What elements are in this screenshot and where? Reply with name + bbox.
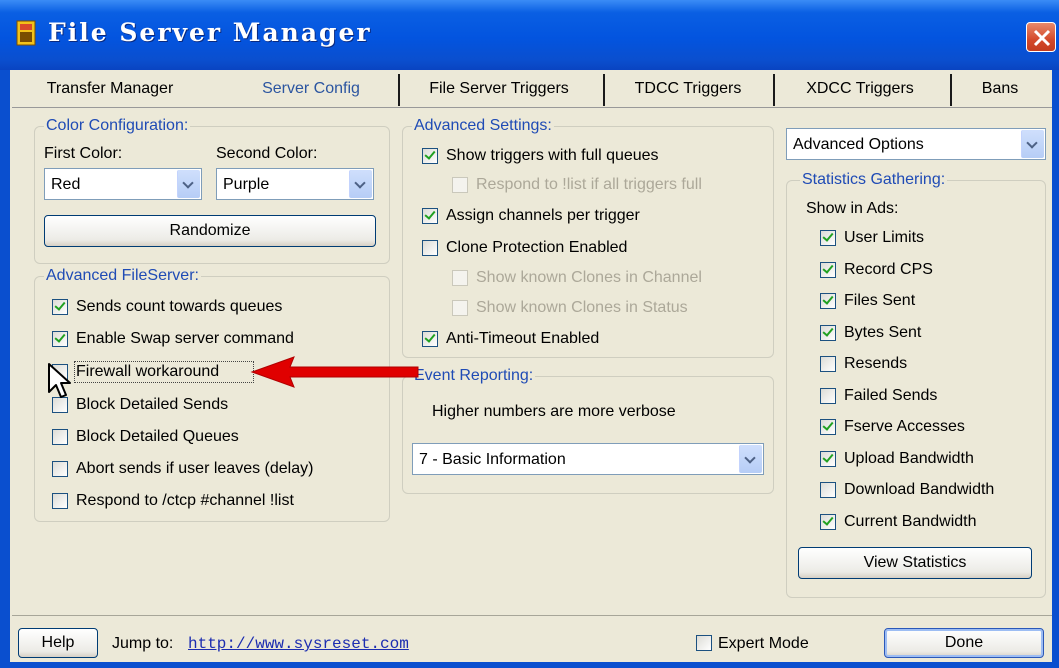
advanced-setting-label-5: Show known Clones in Status	[476, 299, 688, 316]
stat-option-checkbox-7[interactable]	[820, 451, 836, 467]
stat-option-checkbox-1[interactable]	[820, 262, 836, 278]
stat-option-checkbox-5[interactable]	[820, 388, 836, 404]
fileserver-option-checkbox-1[interactable]	[52, 331, 68, 347]
tab-transfer-manager[interactable]: Transfer Manager	[20, 70, 200, 108]
advanced-setting-label-0[interactable]: Show triggers with full queues	[446, 147, 659, 165]
fileserver-option-label-4[interactable]: Block Detailed Queues	[76, 428, 239, 446]
advanced-setting-label-2[interactable]: Assign channels per trigger	[446, 207, 640, 225]
stat-option-checkbox-3[interactable]	[820, 325, 836, 341]
color-configuration-title: Color Configuration:	[44, 117, 191, 135]
stat-option-checkbox-6[interactable]	[820, 419, 836, 435]
title-bar[interactable]: File Server Manager	[0, 0, 1059, 70]
first-color-value: Red	[51, 176, 81, 193]
show-in-ads-label: Show in Ads:	[806, 200, 899, 217]
window-frame-right	[1052, 70, 1059, 668]
fileserver-option-label-5[interactable]: Abort sends if user leaves (delay)	[76, 460, 313, 478]
randomize-button[interactable]: Randomize	[44, 215, 376, 247]
chevron-down-icon[interactable]	[739, 445, 762, 473]
stat-option-label-3[interactable]: Bytes Sent	[844, 324, 921, 342]
file-server-manager-window: File Server Manager Transfer Manager Ser…	[0, 0, 1059, 668]
window-frame-left	[0, 70, 10, 668]
fileserver-option-label-6[interactable]: Respond to /ctcp #channel !list	[76, 492, 294, 510]
fileserver-option-checkbox-5[interactable]	[52, 461, 68, 477]
tab-divider	[950, 74, 952, 106]
app-icon	[16, 20, 36, 46]
fileserver-option-checkbox-4[interactable]	[52, 429, 68, 445]
close-button[interactable]	[1026, 22, 1056, 52]
website-link[interactable]: http://www.sysreset.com	[188, 635, 409, 653]
tab-xdcc-triggers[interactable]: XDCC Triggers	[778, 70, 942, 108]
tab-divider	[603, 74, 605, 106]
fileserver-option-label-3[interactable]: Block Detailed Sends	[76, 396, 228, 414]
second-color-label: Second Color:	[216, 145, 318, 162]
event-reporting-title: Event Reporting:	[412, 367, 536, 385]
advanced-setting-checkbox-1	[452, 177, 468, 193]
stat-option-label-9[interactable]: Current Bandwidth	[844, 513, 977, 531]
stat-option-checkbox-0[interactable]	[820, 230, 836, 246]
second-color-value: Purple	[223, 176, 270, 193]
tab-bans[interactable]: Bans	[955, 70, 1045, 108]
stat-option-label-6[interactable]: Fserve Accesses	[844, 418, 965, 436]
view-statistics-button[interactable]: View Statistics	[798, 547, 1032, 579]
stat-option-checkbox-4[interactable]	[820, 356, 836, 372]
advanced-fileserver-title: Advanced FileServer:	[44, 267, 201, 285]
fileserver-option-checkbox-0[interactable]	[52, 299, 68, 315]
red-arrow-annotation	[250, 356, 419, 388]
tab-underline	[12, 107, 1052, 108]
jump-to-label: Jump to:	[112, 635, 174, 652]
tab-divider	[398, 74, 400, 106]
help-button[interactable]: Help	[18, 628, 98, 658]
stat-option-label-7[interactable]: Upload Bandwidth	[844, 450, 974, 468]
advanced-setting-checkbox-0[interactable]	[422, 148, 438, 164]
stat-option-label-4[interactable]: Resends	[844, 355, 907, 373]
tab-file-server-triggers[interactable]: File Server Triggers	[402, 70, 596, 108]
advanced-setting-checkbox-2[interactable]	[422, 208, 438, 224]
options-select-value: Advanced Options	[793, 136, 924, 153]
advanced-setting-checkbox-5	[452, 300, 468, 316]
stat-option-checkbox-2[interactable]	[820, 293, 836, 309]
chevron-down-icon[interactable]	[177, 170, 200, 198]
stat-option-label-0[interactable]: User Limits	[844, 229, 924, 247]
fileserver-option-label-1[interactable]: Enable Swap server command	[76, 330, 294, 348]
advanced-settings-title: Advanced Settings:	[412, 117, 554, 135]
window-frame-bottom	[0, 662, 1059, 668]
first-color-select[interactable]: Red	[44, 168, 202, 200]
close-icon	[1033, 29, 1051, 47]
chevron-down-icon[interactable]	[1021, 130, 1044, 158]
advanced-setting-label-3[interactable]: Clone Protection Enabled	[446, 239, 627, 257]
advanced-setting-checkbox-4	[452, 270, 468, 286]
first-color-label: First Color:	[44, 145, 123, 162]
window-title: File Server Manager	[48, 18, 372, 47]
expert-mode-checkbox[interactable]	[696, 635, 712, 651]
statistics-gathering-title: Statistics Gathering:	[800, 171, 948, 189]
stat-option-label-2[interactable]: Files Sent	[844, 292, 915, 310]
second-color-select[interactable]: Purple	[216, 168, 374, 200]
event-level-value: 7 - Basic Information	[419, 451, 566, 468]
stat-option-label-8[interactable]: Download Bandwidth	[844, 481, 994, 499]
advanced-setting-label-6[interactable]: Anti-Timeout Enabled	[446, 330, 599, 348]
advanced-setting-label-1: Respond to !list if all triggers full	[476, 176, 702, 193]
footer-separator	[12, 615, 1052, 616]
advanced-setting-checkbox-3[interactable]	[422, 240, 438, 256]
fileserver-option-checkbox-6[interactable]	[52, 493, 68, 509]
stat-option-label-5[interactable]: Failed Sends	[844, 387, 937, 405]
fileserver-option-label-0[interactable]: Sends count towards queues	[76, 298, 282, 316]
expert-mode-label[interactable]: Expert Mode	[718, 635, 809, 653]
event-reporting-group	[402, 376, 774, 494]
chevron-down-icon[interactable]	[349, 170, 372, 198]
stat-option-checkbox-8[interactable]	[820, 482, 836, 498]
tab-tdcc-triggers[interactable]: TDCC Triggers	[608, 70, 768, 108]
stat-option-label-1[interactable]: Record CPS	[844, 261, 933, 279]
mouse-cursor-icon	[48, 363, 71, 398]
verbosity-hint: Higher numbers are more verbose	[432, 403, 676, 420]
event-level-select[interactable]: 7 - Basic Information	[412, 443, 764, 475]
stat-option-checkbox-9[interactable]	[820, 514, 836, 530]
advanced-setting-label-4: Show known Clones in Channel	[476, 269, 702, 286]
advanced-setting-checkbox-6[interactable]	[422, 331, 438, 347]
tab-divider	[773, 74, 775, 106]
tab-server-config[interactable]: Server Config	[232, 70, 390, 108]
options-select[interactable]: Advanced Options	[786, 128, 1046, 160]
firewall-workaround-highlight	[74, 361, 254, 383]
done-button[interactable]: Done	[884, 628, 1044, 658]
